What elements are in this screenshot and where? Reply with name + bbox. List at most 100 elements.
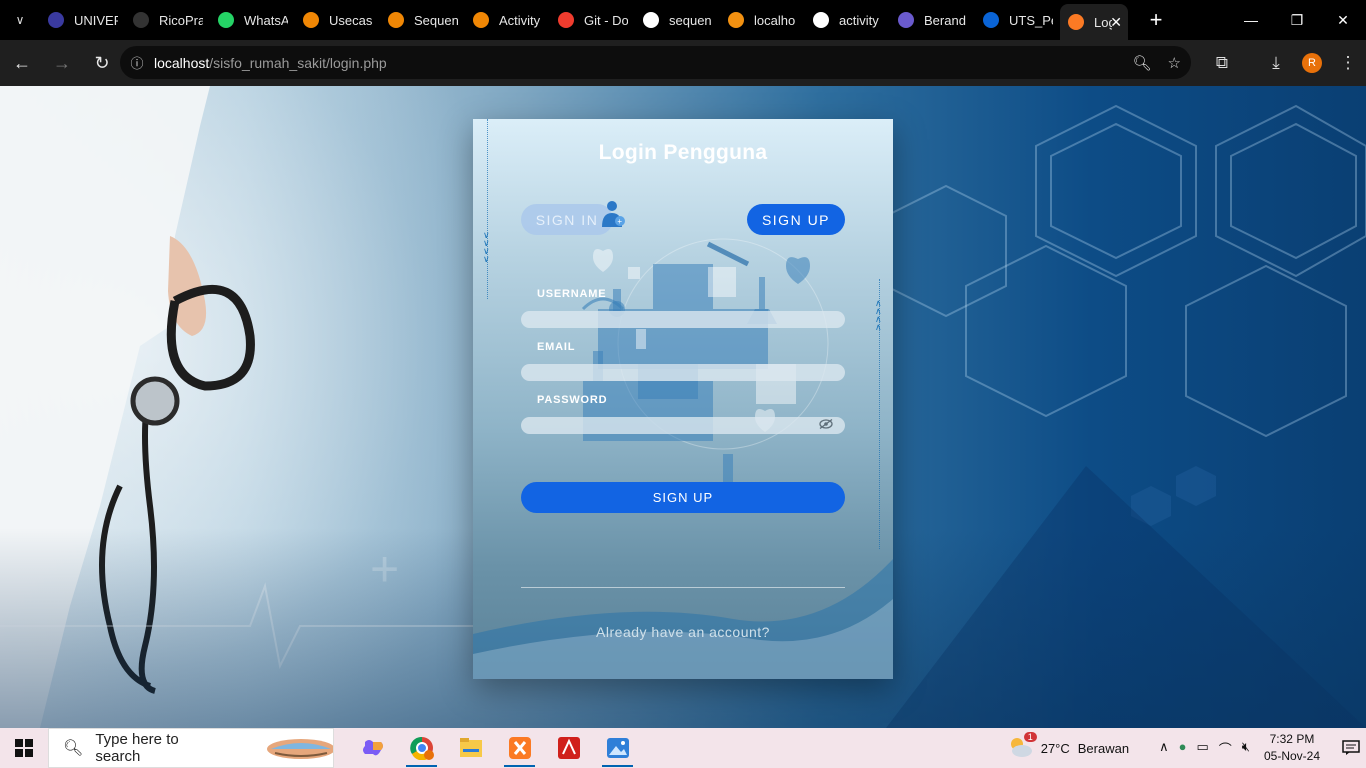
tab-label: Sequen xyxy=(414,12,458,28)
git-icon xyxy=(558,12,574,28)
github-icon xyxy=(133,12,149,28)
photos-app-icon[interactable] xyxy=(593,728,642,768)
close-window-button[interactable]: ✕ xyxy=(1320,0,1366,40)
windows-start-button[interactable] xyxy=(0,728,48,768)
drawio-icon xyxy=(473,12,489,28)
svg-text:+: + xyxy=(617,217,622,226)
reload-button[interactable]: ↻ xyxy=(84,45,120,81)
toggle-password-visibility-icon[interactable] xyxy=(819,419,833,429)
wifi-icon[interactable]: ⌒ xyxy=(1219,739,1232,758)
login-title: Login Pengguna xyxy=(598,141,768,164)
url-host: localhost xyxy=(154,54,210,71)
notifications-icon[interactable] xyxy=(1336,740,1366,756)
drawio-icon xyxy=(388,12,404,28)
minimize-button[interactable]: — xyxy=(1228,0,1274,40)
tab-label: activity xyxy=(839,12,879,28)
taskbar-clock[interactable]: 7:32 PM 05-Nov-24 xyxy=(1264,731,1320,765)
weather-widget[interactable]: 1 27°C Berawan xyxy=(1007,731,1130,761)
speaker-muted-icon[interactable]: 🔇︎ xyxy=(1242,739,1250,758)
tab-label: RicoPra xyxy=(159,12,203,28)
page-viewport: + xyxy=(0,86,1366,728)
system-tray: 1 27°C Berawan ∧ ● ▭ ⌒ 🔇︎ 7:32 PM 05-Nov… xyxy=(1007,728,1366,768)
sign-up-tab[interactable]: SIGN UP xyxy=(747,204,845,235)
browser-tab[interactable]: Sequen xyxy=(380,4,465,36)
browser-menu-icon[interactable]: ⋮ xyxy=(1330,53,1366,73)
browser-tab[interactable]: WhatsA xyxy=(210,4,295,36)
onedrive-icon xyxy=(983,12,999,28)
extensions-icon[interactable]: ⧉ xyxy=(1204,53,1240,73)
down-chevrons-icon: ∨ ∨ ∨ ∨ xyxy=(483,230,490,264)
email-label: EMAIL xyxy=(537,341,576,353)
new-tab-button[interactable]: + xyxy=(1138,2,1174,38)
up-chevrons-icon: ∧ ∧ ∧ ∧ xyxy=(875,298,882,332)
url-text[interactable]: localhost/sisfo_rumah_sakit/login.php xyxy=(154,55,387,71)
taskbar-pinned-apps xyxy=(348,728,642,768)
drawio-icon xyxy=(303,12,319,28)
already-have-account-link[interactable]: Already have an account? xyxy=(473,624,893,640)
browser-tab[interactable]: Usecas xyxy=(295,4,380,36)
file-explorer-app-icon[interactable] xyxy=(446,728,495,768)
phpmyadmin-icon xyxy=(728,12,744,28)
password-input[interactable] xyxy=(521,417,845,434)
back-button[interactable]: ← xyxy=(4,45,40,81)
xampp-icon xyxy=(1068,14,1084,30)
username-input[interactable] xyxy=(521,311,845,328)
sign-up-submit-button[interactable]: SIGN UP xyxy=(521,482,845,513)
address-bar[interactable]: ⓘ localhost/sisfo_rumah_sakit/login.php … xyxy=(120,46,1191,79)
browser-tab[interactable]: UTS_Pe xyxy=(975,4,1060,36)
windows-taskbar: 🔍︎ Type here to search 1 27°C Berawan ∧ … xyxy=(0,728,1366,768)
tab-label: Usecas xyxy=(329,12,373,28)
tab-label: Activity xyxy=(499,12,541,28)
copilot-app-icon[interactable] xyxy=(348,728,397,768)
doctor-user-icon: + xyxy=(602,201,625,227)
browser-tab[interactable]: localho xyxy=(720,4,805,36)
tab-label: localho xyxy=(754,12,796,28)
bookmark-star-icon[interactable]: ☆ xyxy=(1168,54,1181,72)
url-path: /sisfo_rumah_sakit/login.php xyxy=(209,54,387,71)
close-tab-icon[interactable]: ✕ xyxy=(1110,14,1122,31)
card-wave-decoration xyxy=(473,559,893,679)
tab-label: UTS_Pe xyxy=(1009,12,1053,28)
browser-tab[interactable]: Activity xyxy=(465,4,550,36)
username-label: USERNAME xyxy=(537,288,607,300)
sign-in-tab[interactable]: SIGN IN xyxy=(521,204,613,235)
acrobat-app-icon[interactable] xyxy=(544,728,593,768)
browser-tab[interactable]: Git - Do xyxy=(550,4,635,36)
chrome-app-icon[interactable] xyxy=(397,728,446,768)
downloads-icon[interactable]: ⤓ xyxy=(1258,53,1294,73)
app-status-tray-icon[interactable]: ● xyxy=(1179,739,1187,758)
battery-icon[interactable]: ▭ xyxy=(1196,739,1208,758)
google-icon xyxy=(643,12,659,28)
browser-tab-strip: ∨ UNIVER RicoPra WhatsA Usecas Sequen Activit… xyxy=(0,0,1366,40)
clock-time: 7:32 PM xyxy=(1269,732,1315,746)
search-highlight-image xyxy=(266,739,333,759)
tab-search-chevron-icon[interactable]: ∨ xyxy=(0,0,40,40)
cloudy-weather-icon: 1 xyxy=(1007,731,1037,761)
site-info-icon[interactable]: ⓘ xyxy=(120,53,154,72)
browser-tab[interactable]: Log✕ xyxy=(1060,4,1128,40)
weather-condition: Berawan xyxy=(1077,740,1130,756)
email-input[interactable] xyxy=(521,364,845,381)
show-hidden-icons-chevron-icon[interactable]: ∧ xyxy=(1159,739,1169,758)
tab-label: sequen xyxy=(669,12,712,28)
windows-logo-icon xyxy=(15,739,33,757)
whatsapp-icon xyxy=(218,12,234,28)
form-divider xyxy=(521,587,845,588)
tab-label: UNIVER xyxy=(74,12,118,28)
browser-tab[interactable]: activity xyxy=(805,4,890,36)
browser-tab[interactable]: UNIVER xyxy=(40,4,125,36)
restore-button[interactable]: ❐ xyxy=(1274,0,1320,40)
browser-toolbar: ← → ↻ ⓘ localhost/sisfo_rumah_sakit/logi… xyxy=(0,40,1366,86)
browser-tab[interactable]: Berand xyxy=(890,4,975,36)
browser-tab[interactable]: RicoPra xyxy=(125,4,210,36)
xampp-app-icon[interactable] xyxy=(495,728,544,768)
taskbar-search-box[interactable]: 🔍︎ Type here to search xyxy=(48,728,334,768)
password-label: PASSWORD xyxy=(537,394,608,406)
browser-tab[interactable]: sequen xyxy=(635,4,720,36)
taskbar-search-placeholder: Type here to search xyxy=(95,731,179,765)
profile-avatar[interactable]: R xyxy=(1302,53,1322,73)
forward-button[interactable]: → xyxy=(44,45,80,81)
tab-label: Berand xyxy=(924,12,966,28)
tab-label: Git - Do xyxy=(584,12,628,28)
zoom-icon[interactable]: 🔍︎ xyxy=(1133,54,1152,72)
